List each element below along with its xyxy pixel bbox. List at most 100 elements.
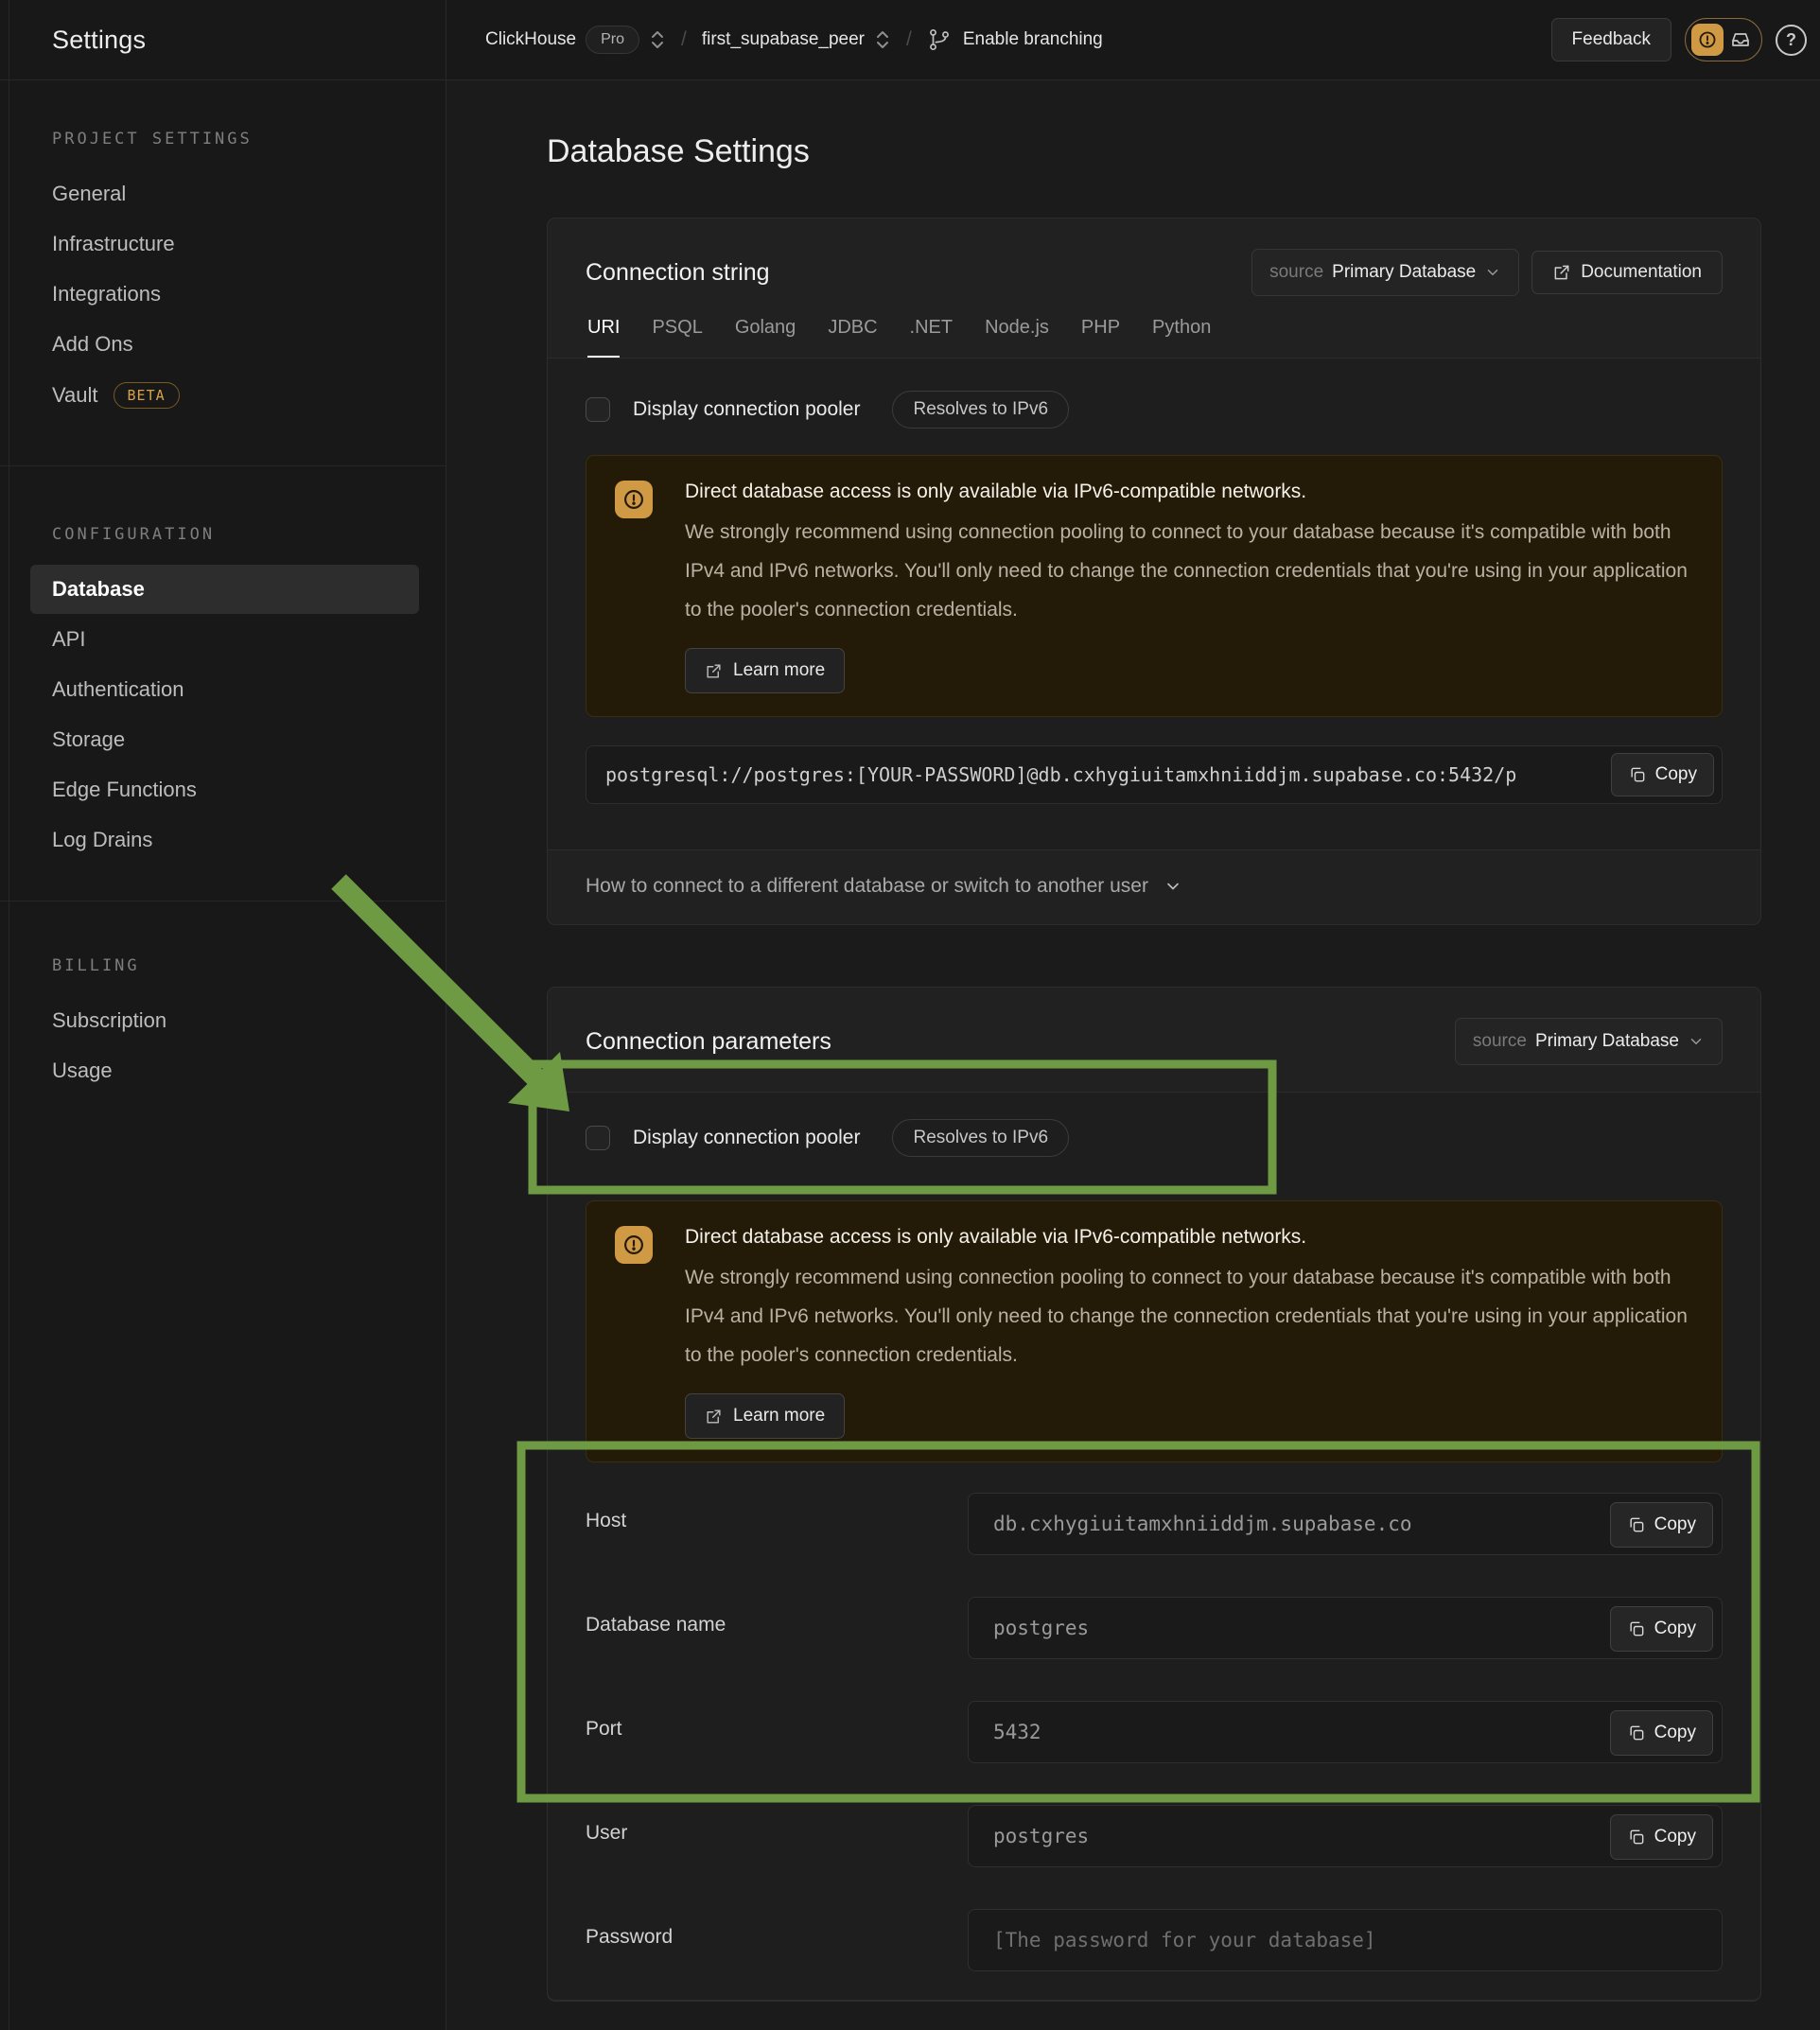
sidebar-item-label: Usage: [52, 1059, 113, 1083]
tab-golang[interactable]: Golang: [735, 317, 796, 358]
section-label-project-settings: PROJECT SETTINGS: [52, 130, 419, 149]
sidebar-item-database[interactable]: Database: [30, 565, 419, 614]
field-row-password: Password [The password for your database…: [586, 1909, 1723, 1971]
source-dropdown-value: Primary Database: [1535, 1031, 1679, 1052]
field-row-port: Port 5432 Copy: [586, 1701, 1723, 1763]
sidebar-item-storage[interactable]: Storage: [30, 715, 419, 764]
port-field[interactable]: 5432 Copy: [968, 1701, 1723, 1763]
sidebar-item-label: Storage: [52, 727, 125, 752]
warning-title: Direct database access is only available…: [685, 481, 1691, 503]
copy-label: Copy: [1654, 1514, 1696, 1535]
display-connection-pooler-checkbox[interactable]: [586, 397, 610, 422]
sidebar-item-label: Edge Functions: [52, 778, 197, 802]
user-value: postgres: [969, 1806, 1722, 1866]
notification-partner-badge[interactable]: [1685, 18, 1762, 61]
sidebar-item-usage[interactable]: Usage: [30, 1046, 419, 1095]
copy-label: Copy: [1654, 1827, 1696, 1847]
source-dropdown[interactable]: source Primary Database: [1251, 249, 1519, 296]
feedback-button[interactable]: Feedback: [1551, 18, 1671, 61]
documentation-label: Documentation: [1581, 262, 1702, 283]
connection-parameters-card: Connection parameters source Primary Dat…: [547, 987, 1761, 2002]
sidebar-item-vault[interactable]: Vault BETA: [30, 370, 419, 421]
tab-psql[interactable]: PSQL: [652, 317, 702, 358]
sidebar-item-edge-functions[interactable]: Edge Functions: [30, 765, 419, 814]
sidebar-section-project-settings: PROJECT SETTINGS General Infrastructure …: [0, 130, 446, 421]
org-selector-chevrons-icon[interactable]: [649, 27, 666, 52]
copy-user-button[interactable]: Copy: [1610, 1814, 1713, 1860]
source-dropdown[interactable]: source Primary Database: [1455, 1018, 1723, 1065]
tab-uri[interactable]: URI: [587, 317, 620, 358]
source-dropdown-prefix: source: [1269, 262, 1323, 283]
display-connection-pooler-checkbox[interactable]: [586, 1126, 610, 1150]
help-glyph: ?: [1786, 30, 1796, 50]
connection-parameters-title: Connection parameters: [586, 1028, 831, 1056]
warning-body: We strongly recommend using connection p…: [685, 1258, 1691, 1374]
sidebar-item-label: Subscription: [52, 1008, 166, 1033]
enable-branching-button[interactable]: Enable branching: [963, 29, 1103, 50]
chevron-down-icon: [1164, 877, 1182, 896]
sidebar-item-general[interactable]: General: [30, 169, 419, 219]
project-selector-chevrons-icon[interactable]: [874, 27, 891, 52]
tab-nodejs[interactable]: Node.js: [985, 317, 1049, 358]
sidebar-item-log-drains[interactable]: Log Drains: [30, 815, 419, 865]
chevron-down-icon: [1484, 264, 1501, 281]
password-field[interactable]: [The password for your database]: [968, 1909, 1723, 1971]
copy-host-button[interactable]: Copy: [1610, 1502, 1713, 1548]
copy-connection-string-button[interactable]: Copy: [1611, 753, 1714, 796]
help-button[interactable]: ?: [1776, 25, 1807, 56]
connection-string-title: Connection string: [586, 259, 770, 287]
app-title: Settings: [52, 26, 146, 55]
section-label-billing: BILLING: [52, 956, 419, 975]
connection-string-value: postgresql://postgres:[YOUR-PASSWORD]@db…: [586, 746, 1722, 803]
password-placeholder: [The password for your database]: [969, 1910, 1722, 1970]
documentation-button[interactable]: Documentation: [1531, 251, 1723, 294]
field-label: Password: [586, 1909, 968, 1949]
field-row-user: User postgres Copy: [586, 1805, 1723, 1867]
sidebar-item-integrations[interactable]: Integrations: [30, 270, 419, 319]
copy-icon: [1627, 1828, 1646, 1846]
field-label: Port: [586, 1701, 968, 1741]
copy-label: Copy: [1654, 1619, 1696, 1639]
sidebar-item-label: Infrastructure: [52, 232, 175, 256]
field-label: Host: [586, 1493, 968, 1532]
copy-label: Copy: [1655, 764, 1697, 785]
sidebar-item-label: Database: [52, 577, 145, 602]
sidebar-item-authentication[interactable]: Authentication: [30, 665, 419, 714]
learn-more-button[interactable]: Learn more: [685, 1393, 845, 1439]
sidebar-section-configuration: CONFIGURATION Database API Authenticatio…: [0, 466, 446, 865]
sidebar-item-infrastructure[interactable]: Infrastructure: [30, 219, 419, 269]
sidebar-item-subscription[interactable]: Subscription: [30, 996, 419, 1045]
sidebar-item-label: Add Ons: [52, 332, 133, 357]
connection-string-field[interactable]: postgresql://postgres:[YOUR-PASSWORD]@db…: [586, 745, 1723, 804]
main-content: Database Settings Connection string sour…: [446, 80, 1820, 2030]
source-dropdown-value: Primary Database: [1332, 262, 1476, 283]
external-link-icon: [705, 1408, 723, 1426]
field-label: User: [586, 1805, 968, 1845]
breadcrumb-project[interactable]: first_supabase_peer: [702, 29, 865, 50]
learn-more-button[interactable]: Learn more: [685, 648, 845, 693]
breadcrumb-org[interactable]: ClickHouse: [485, 29, 576, 50]
host-field[interactable]: db.cxhygiuitamxhniiddjm.supabase.co Copy: [968, 1493, 1723, 1555]
copy-port-button[interactable]: Copy: [1610, 1710, 1713, 1756]
tab-python[interactable]: Python: [1152, 317, 1211, 358]
section-label-configuration: CONFIGURATION: [52, 525, 419, 544]
copy-database-name-button[interactable]: Copy: [1610, 1606, 1713, 1652]
display-connection-pooler-label: Display connection pooler: [633, 1127, 860, 1149]
tab-jdbc[interactable]: JDBC: [828, 317, 877, 358]
connection-string-footer[interactable]: How to connect to a different database o…: [548, 850, 1760, 924]
sidebar-item-add-ons[interactable]: Add Ons: [30, 320, 419, 369]
connection-string-tabs: URI PSQL Golang JDBC .NET Node.js PHP Py…: [586, 317, 1723, 358]
plan-badge: Pro: [586, 26, 639, 54]
beta-badge: BETA: [114, 382, 180, 409]
user-field[interactable]: postgres Copy: [968, 1805, 1723, 1867]
settings-sidebar: PROJECT SETTINGS General Infrastructure …: [0, 80, 446, 2030]
header-breadcrumb-area: ClickHouse Pro / first_supabase_peer / E…: [446, 0, 1820, 79]
learn-more-label: Learn more: [733, 1406, 825, 1426]
breadcrumb: ClickHouse Pro / first_supabase_peer / E…: [485, 26, 1103, 54]
port-value: 5432: [969, 1702, 1722, 1762]
copy-label: Copy: [1654, 1723, 1696, 1743]
tab-dotnet[interactable]: .NET: [910, 317, 954, 358]
database-name-field[interactable]: postgres Copy: [968, 1597, 1723, 1659]
tab-php[interactable]: PHP: [1081, 317, 1120, 358]
sidebar-item-api[interactable]: API: [30, 615, 419, 664]
